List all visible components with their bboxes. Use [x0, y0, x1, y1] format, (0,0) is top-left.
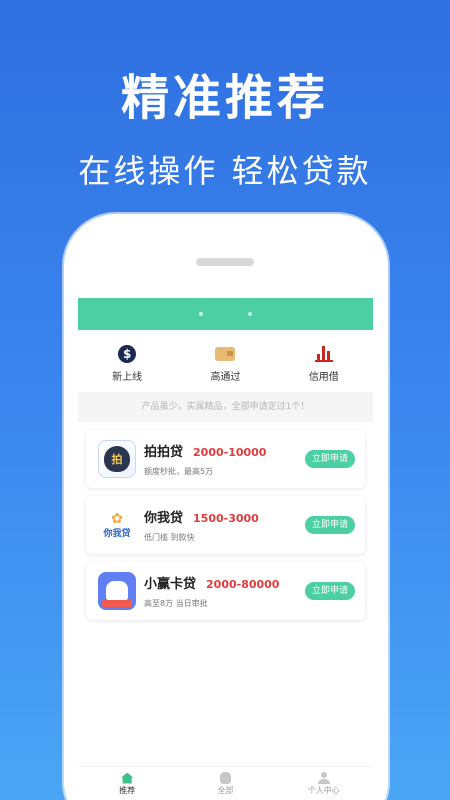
product-amount: 2000-80000 — [206, 578, 280, 591]
tab-profile[interactable]: 个人中心 — [275, 767, 373, 800]
product-name: 小赢卡贷 — [144, 577, 197, 592]
product-desc: 低门槛 到款快 — [144, 533, 195, 542]
person-icon — [317, 772, 330, 784]
xiaoyingkadai-logo — [98, 572, 136, 610]
promo-subline: 在线操作 轻松贷款 — [78, 152, 372, 190]
tab-label: 个人中心 — [307, 786, 340, 795]
dollar-coin-icon: $ — [118, 345, 137, 363]
category-label: 信用借 — [308, 372, 339, 383]
promo-headline: 精准推荐 — [120, 70, 329, 126]
notice-bar: 产品虽少，实属精品，全部申请定过1个！ — [78, 392, 373, 422]
apply-button[interactable]: 立即申请 — [305, 582, 355, 600]
product-name: 你我贷 — [144, 511, 184, 526]
wallet-icon — [215, 347, 236, 361]
home-icon — [121, 772, 134, 784]
tab-label: 全部 — [217, 786, 234, 795]
product-amount: 2000-10000 — [193, 446, 267, 459]
category-label: 高通过 — [210, 372, 241, 383]
banner-indicator — [199, 312, 203, 316]
paipaidai-logo: 拍 — [98, 440, 136, 478]
category-nav: $ 新上线 高通过 信用借 — [78, 330, 373, 388]
category-label: 新上线 — [112, 372, 143, 383]
product-desc: 额度秒批，最高5万 — [144, 467, 214, 476]
money-bag-icon — [219, 772, 231, 784]
category-credit[interactable]: 信用借 — [275, 344, 373, 388]
product-name: 拍拍贷 — [144, 445, 184, 460]
bottom-tab-bar: 推荐 全部 个人中心 — [78, 766, 373, 800]
product-card-niwodai[interactable]: ✿ 你我贷 你我贷 1500-3000 低门槛 到款快 立即申请 — [86, 496, 365, 554]
bar-chart-icon — [314, 346, 333, 362]
product-card-paipaidai[interactable]: 拍 拍拍贷 2000-10000 额度秒批，最高5万 立即申请 — [86, 430, 365, 488]
product-desc: 高至8万 当日审批 — [144, 599, 208, 608]
apply-button[interactable]: 立即申请 — [305, 450, 355, 468]
product-amount: 1500-3000 — [193, 512, 259, 525]
category-new[interactable]: $ 新上线 — [78, 344, 176, 388]
app-screen: $ 新上线 高通过 信用借 产品虽少，实属精品，全部申请定过1个！ 拍 拍拍贷 … — [78, 298, 373, 800]
phone-speaker — [196, 258, 254, 266]
tab-all[interactable]: 全部 — [176, 767, 274, 800]
apply-button[interactable]: 立即申请 — [305, 516, 355, 534]
flower-icon: ✿ — [111, 510, 123, 527]
niwodai-logo: ✿ 你我贷 — [98, 506, 136, 544]
category-high-pass[interactable]: 高通过 — [176, 344, 274, 388]
tab-recommend[interactable]: 推荐 — [78, 767, 176, 800]
banner-indicator — [248, 312, 252, 316]
tab-label: 推荐 — [119, 786, 136, 795]
banner[interactable] — [78, 298, 373, 330]
product-list: 拍 拍拍贷 2000-10000 额度秒批，最高5万 立即申请 ✿ 你我贷 你我… — [78, 422, 373, 620]
product-card-xiaoyingkadai[interactable]: 小赢卡贷 2000-80000 高至8万 当日审批 立即申请 — [86, 562, 365, 620]
